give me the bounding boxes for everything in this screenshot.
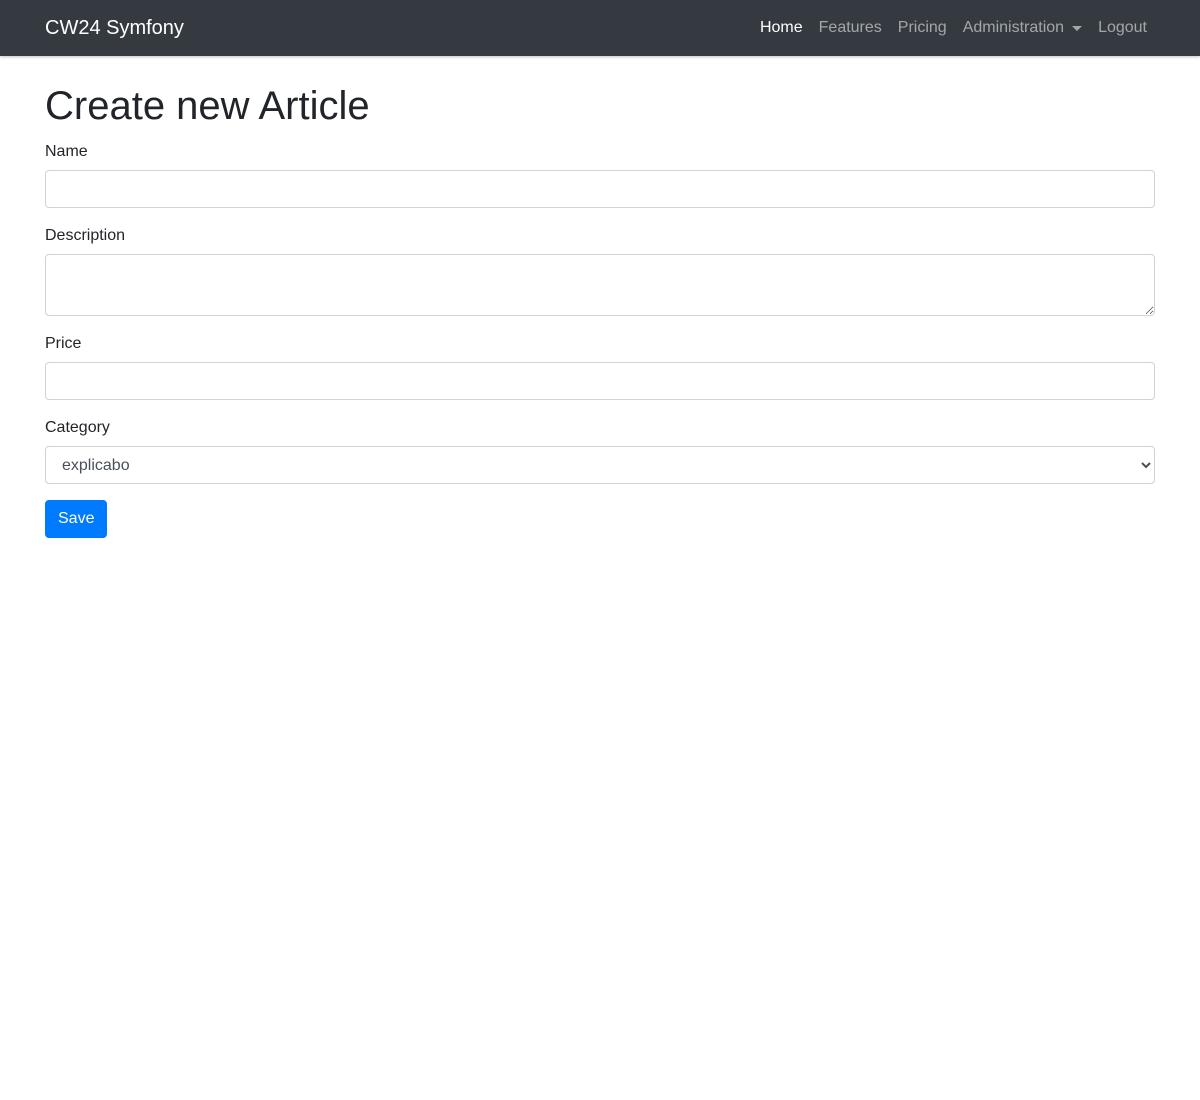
- page-title: Create new Article: [45, 84, 370, 128]
- main-content: Create new Article Name Description Pric…: [45, 56, 1155, 538]
- nav-item-home: Home: [752, 0, 811, 56]
- brand-link[interactable]: CW24 Symfony: [45, 15, 184, 41]
- nav-dropdown-administration[interactable]: Administration: [955, 0, 1090, 56]
- nav-link-features[interactable]: Features: [811, 0, 890, 56]
- form-group-price: Price: [45, 332, 1155, 400]
- name-input[interactable]: [45, 170, 1155, 208]
- form-group-category: Category explicabo: [45, 416, 1155, 484]
- description-textarea[interactable]: [45, 254, 1155, 316]
- price-label: Price: [45, 335, 82, 352]
- nav-dropdown-administration-label: Administration: [962, 19, 1065, 36]
- nav-link-pricing[interactable]: Pricing: [890, 0, 955, 56]
- navbar: CW24 Symfony Home Features Pricing Admin…: [0, 0, 1200, 56]
- nav-link-home[interactable]: Home: [752, 0, 811, 56]
- nav-link-logout[interactable]: Logout: [1090, 0, 1155, 56]
- save-button[interactable]: Save: [45, 500, 108, 538]
- nav-menu: Home Features Pricing Administration Log…: [752, 0, 1155, 56]
- category-select[interactable]: explicabo: [45, 446, 1155, 484]
- price-input[interactable]: [45, 362, 1155, 400]
- article-form: Name Description Price Category explicab…: [45, 140, 1155, 538]
- nav-item-logout: Logout: [1090, 0, 1155, 56]
- nav-item-administration: Administration: [955, 0, 1090, 56]
- caret-down-icon: [1072, 25, 1083, 31]
- nav-item-features: Features: [811, 0, 890, 56]
- form-group-name: Name: [45, 140, 1155, 208]
- nav-item-pricing: Pricing: [890, 0, 955, 56]
- category-label: Category: [45, 419, 110, 436]
- description-label: Description: [45, 227, 126, 244]
- name-label: Name: [45, 143, 88, 160]
- form-group-description: Description: [45, 224, 1155, 316]
